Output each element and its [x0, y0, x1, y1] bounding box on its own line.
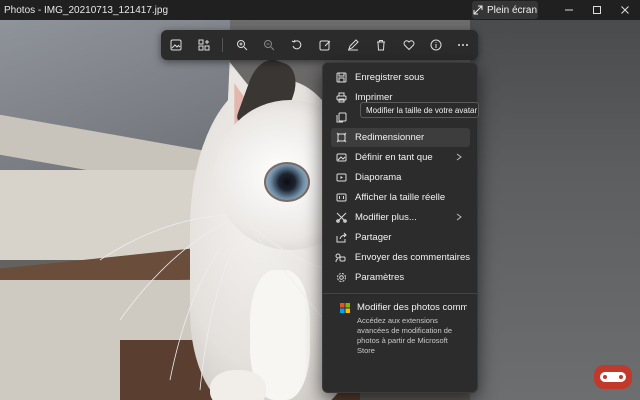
maximize-button[interactable]: [583, 0, 611, 20]
tooltip: Modifier la taille de votre avatar: [360, 102, 479, 118]
menu-item-edit-more[interactable]: Modifier plus...: [331, 208, 470, 227]
edit-more-icon: [335, 212, 347, 223]
expand-icon: [473, 5, 483, 15]
info-button[interactable]: [424, 33, 448, 57]
view-photo-icon: [170, 39, 182, 51]
minimize-icon: [565, 9, 573, 11]
close-button[interactable]: [611, 0, 639, 20]
actual-size-icon: [336, 193, 346, 202]
maximize-icon: [593, 6, 601, 14]
more-icon: [458, 44, 468, 46]
fullscreen-label: Plein écran: [486, 4, 538, 16]
chevron-right-icon: [456, 213, 462, 221]
set-as-icon: [336, 153, 346, 162]
add-to-album-button[interactable]: [192, 33, 216, 57]
feedback-icon: [335, 253, 346, 263]
favorite-button[interactable]: [397, 33, 421, 57]
delete-button[interactable]: [369, 33, 393, 57]
menu-item-label: Envoyer des commentaires: [354, 252, 470, 263]
favorite-icon: [403, 40, 415, 51]
site-logo-icon: [594, 365, 632, 389]
menu-item-slideshow[interactable]: Diaporama: [331, 168, 470, 187]
menu-item-share[interactable]: Partager: [331, 228, 470, 247]
menu-item-label: Paramètres: [355, 272, 405, 283]
close-icon: [621, 6, 629, 14]
extension-title[interactable]: Modifier des photos comm: [357, 302, 467, 313]
delete-icon: [377, 40, 385, 51]
image-toolbar: [161, 30, 478, 60]
print-icon: [336, 92, 346, 103]
edit-image-icon: [319, 40, 331, 51]
draw-icon: [348, 39, 359, 51]
toolbar-separator: [222, 38, 223, 52]
fullscreen-button[interactable]: Plein écran: [472, 1, 538, 19]
menu-item-label: Afficher la taille réelle: [355, 192, 446, 203]
menu-item-resize[interactable]: Redimensionner: [331, 128, 470, 147]
photo-canvas[interactable]: [0, 20, 640, 400]
title-bar: Photos - IMG_20210713_121417.jpg Plein é…: [0, 0, 640, 20]
menu-separator: [323, 293, 477, 294]
resize-icon: [336, 132, 346, 143]
menu-item-feedback[interactable]: Envoyer des commentaires: [331, 248, 470, 267]
rotate-button[interactable]: [285, 33, 309, 57]
menu-item-label: Définir en tant que: [355, 152, 433, 163]
share-icon: [336, 232, 347, 243]
zoom-out-icon: [264, 40, 275, 51]
store-icon: [340, 303, 350, 313]
minimize-button[interactable]: [555, 0, 583, 20]
save-icon: [336, 72, 346, 83]
zoom-in-button[interactable]: [230, 33, 254, 57]
menu-item-actual-size[interactable]: Afficher la taille réelle: [331, 188, 470, 207]
cat-whiskers: [99, 214, 341, 391]
menu-item-label: Partager: [355, 232, 392, 243]
add-to-album-icon: [198, 39, 210, 51]
menu-item-save-as[interactable]: Enregistrer sous: [331, 68, 470, 87]
menu-item-set-as[interactable]: Définir en tant que: [331, 148, 470, 167]
extension-description: Accédez aux extensions avancées de modif…: [357, 316, 453, 355]
settings-icon: [336, 273, 346, 282]
more-button[interactable]: [451, 33, 475, 57]
slideshow-icon: [336, 173, 346, 182]
menu-item-settings[interactable]: Paramètres: [331, 268, 470, 287]
menu-item-label: Redimensionner: [355, 132, 425, 143]
info-icon: [430, 39, 442, 51]
chevron-right-icon: [456, 153, 462, 161]
zoom-out-button[interactable]: [257, 33, 281, 57]
copy-icon: [336, 112, 346, 123]
view-photo-button[interactable]: [164, 33, 188, 57]
rotate-icon: [291, 39, 302, 50]
menu-item-label: Modifier plus...: [355, 212, 417, 223]
edit-image-button[interactable]: [313, 33, 337, 57]
window-title: Photos - IMG_20210713_121417.jpg: [4, 4, 169, 16]
zoom-in-icon: [237, 40, 248, 51]
menu-item-label: Enregistrer sous: [355, 72, 425, 83]
draw-button[interactable]: [341, 33, 365, 57]
menu-item-label: Diaporama: [355, 172, 402, 183]
